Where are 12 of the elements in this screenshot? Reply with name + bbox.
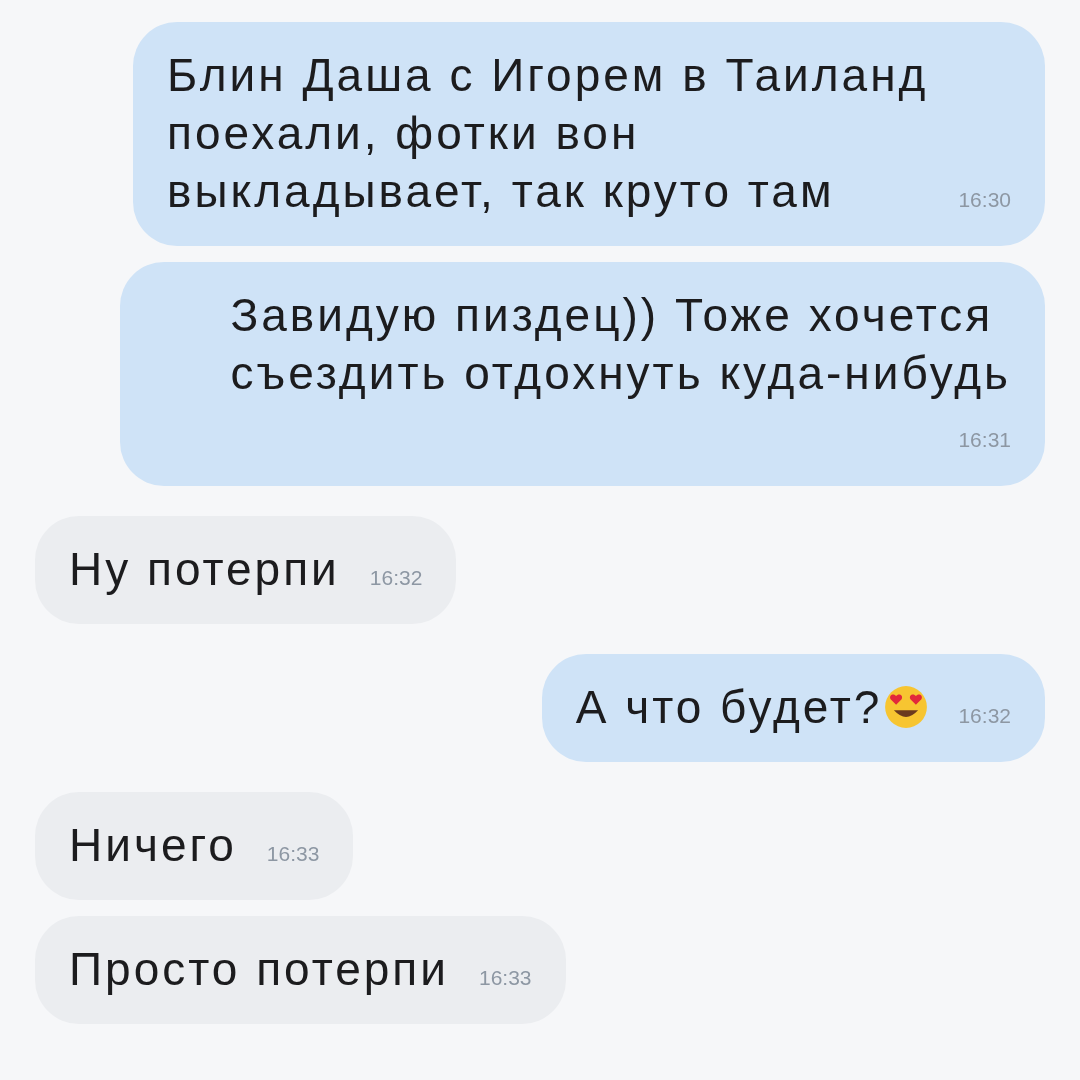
message-text: А что будет? xyxy=(575,680,883,735)
message-text: Блин Даша с Игорем в Таиланд поехали, фотки вон выкладывает, так круто там xyxy=(167,48,929,219)
message-time: 16:30 xyxy=(958,187,1011,213)
message-text: Ну потерпи xyxy=(69,542,340,597)
message-time: 16:33 xyxy=(266,841,320,867)
message-text: Ничего xyxy=(69,818,237,873)
message-time: 16:32 xyxy=(958,703,1011,729)
message-time: 16:33 xyxy=(478,965,532,991)
message-time: 16:32 xyxy=(369,565,423,591)
message-time: 16:31 xyxy=(958,427,1011,453)
message-text: Завидую пиздец)) Тоже хочется съездить отдохнуть куда-нибудь xyxy=(230,288,1011,401)
message-text: Просто потерпи xyxy=(69,942,449,997)
